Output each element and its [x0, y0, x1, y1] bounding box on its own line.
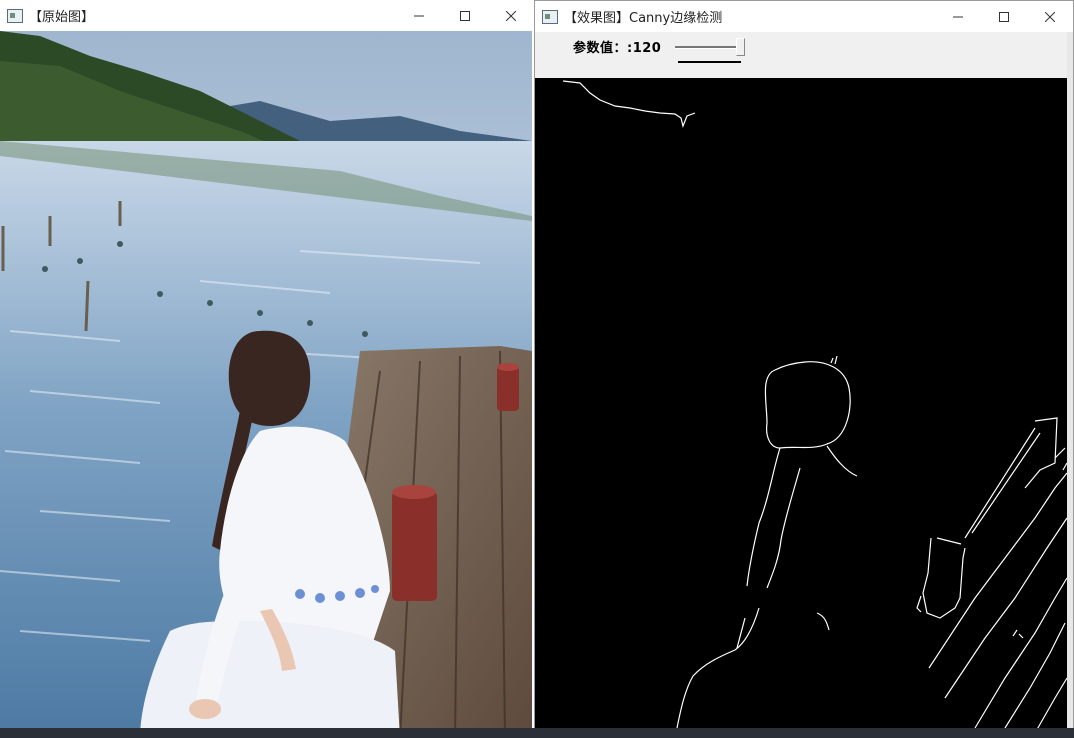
minimize-button[interactable] [396, 0, 442, 31]
lake-girl-photo [0, 31, 532, 738]
trackbar-label: 参数值：:120 [573, 41, 662, 56]
trackbar-focus-line [678, 61, 741, 63]
original-image-window: 【原始图】 [0, 0, 534, 738]
trackbar-thumb[interactable] [736, 38, 745, 56]
minimize-icon [953, 16, 963, 17]
close-button[interactable] [488, 0, 534, 31]
effect-window-titlebar[interactable]: 【效果图】Canny边缘检测 [535, 1, 1073, 32]
original-photo [0, 31, 532, 738]
trackbar-track[interactable] [675, 46, 737, 49]
trackbar-name: 参数值： [573, 41, 628, 56]
window-scrollbar[interactable] [1067, 32, 1073, 737]
app-icon [7, 8, 23, 23]
effect-image-window: 【效果图】Canny边缘检测 参数值：:120 [534, 0, 1074, 738]
maximize-icon [999, 11, 1009, 22]
maximize-button[interactable] [442, 0, 488, 31]
app-icon [542, 9, 558, 24]
trackbar-value: 120 [632, 41, 662, 56]
close-button[interactable] [1027, 1, 1073, 32]
close-icon [506, 10, 516, 21]
minimize-icon [414, 15, 424, 16]
maximize-button[interactable] [981, 1, 1027, 32]
maximize-icon [460, 10, 470, 21]
taskbar [0, 728, 1074, 738]
minimize-button[interactable] [935, 1, 981, 32]
original-window-title: 【原始图】 [29, 10, 95, 25]
canny-edge-output [535, 78, 1073, 737]
edge-lines [562, 80, 1068, 734]
original-window-titlebar[interactable]: 【原始图】 [0, 0, 534, 31]
close-icon [1045, 11, 1055, 22]
trackbar-panel: 参数值：:120 [535, 32, 1073, 79]
effect-window-title: 【效果图】Canny边缘检测 [564, 11, 723, 26]
